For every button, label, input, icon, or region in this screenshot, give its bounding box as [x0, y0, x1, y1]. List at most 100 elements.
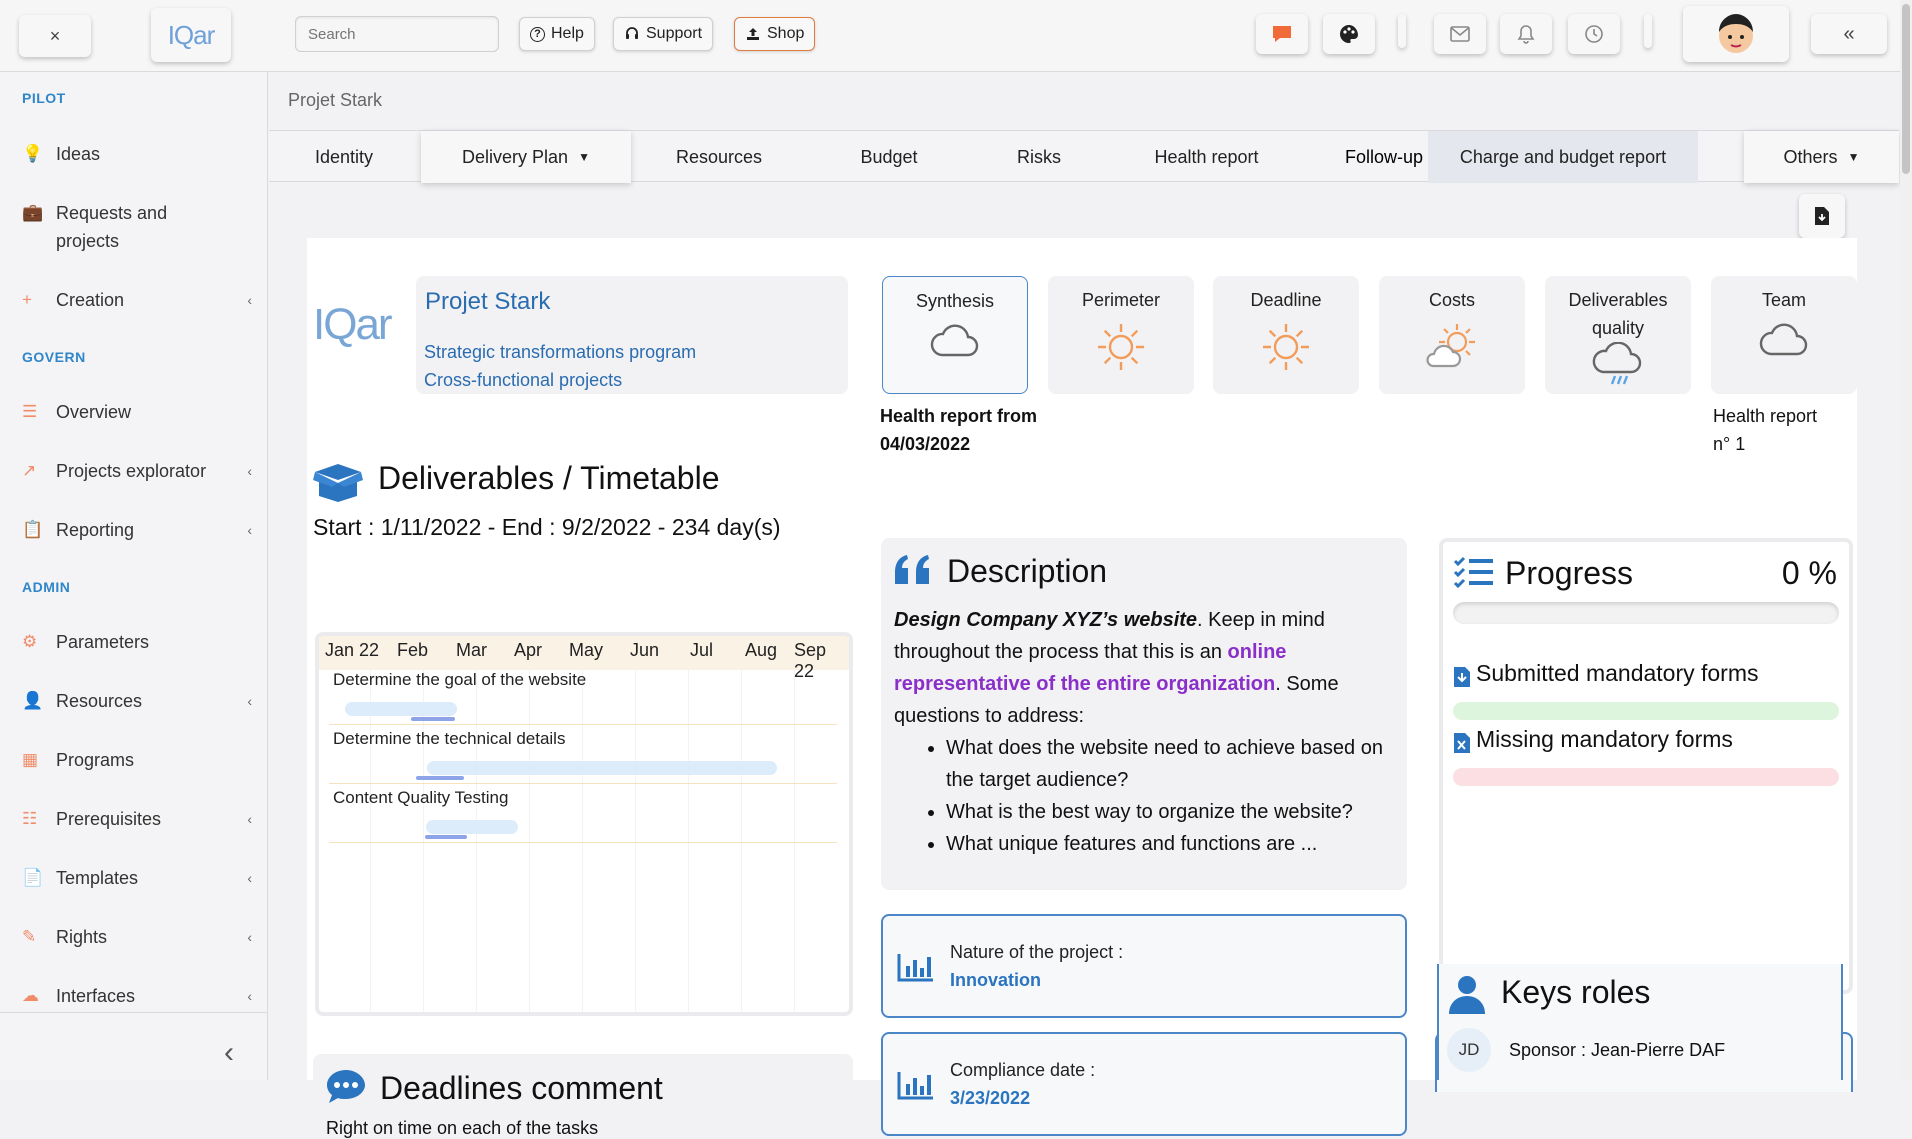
sidebar-item-projects-explorator[interactable]: ↗ Projects explorator ‹ [22, 457, 252, 485]
gantt-month: Jun [630, 640, 660, 660]
close-button[interactable]: × [19, 15, 91, 57]
compliance-value[interactable]: 3/23/2022 [950, 1088, 1030, 1109]
sun-cloud-icon [1426, 324, 1475, 368]
project-portfolio[interactable]: Cross-functional projects [424, 370, 622, 391]
weather-deliverables-quality[interactable]: Deliverables quality [1545, 276, 1691, 394]
scrollbar[interactable] [1900, 0, 1912, 1080]
double-chevron-left-icon: « [1843, 22, 1855, 45]
progress-bar [1453, 602, 1839, 624]
chevron-left-icon: ‹ [247, 870, 252, 886]
progress-card: Progress 0 % Submitted mandatory forms M… [1439, 538, 1853, 994]
sidebar-item-templates[interactable]: 📄 Templates ‹ [22, 864, 252, 892]
grid-icon: ▦ [22, 750, 39, 769]
description-title: Description [947, 553, 1108, 589]
tab-resources[interactable]: Resources [634, 131, 804, 183]
tab-charge-budget-report[interactable]: Charge and budget report [1428, 131, 1698, 183]
tab-label: Delivery Plan [462, 146, 569, 167]
tab-risks[interactable]: Risks [974, 131, 1104, 183]
theme-button[interactable] [1323, 14, 1375, 54]
mail-button[interactable] [1434, 14, 1486, 54]
weather-team[interactable]: Team [1711, 276, 1857, 394]
gantt-actual-bar [425, 835, 467, 839]
notifications-button[interactable] [1500, 14, 1552, 54]
gantt-month: Feb [397, 640, 429, 660]
chevron-left-icon: ‹ [247, 522, 252, 538]
tab-health-report[interactable]: Health report [1104, 131, 1309, 183]
chat-button[interactable] [1256, 14, 1308, 54]
gantt-task-bar[interactable] [345, 702, 457, 716]
weather-label: Team [1761, 290, 1806, 310]
sidebar-item-prerequisites[interactable]: ☷ Prerequisites ‹ [22, 805, 252, 833]
user-avatar-button[interactable] [1683, 6, 1789, 62]
project-logo: IQar [313, 300, 393, 349]
avatar [1719, 14, 1753, 53]
weather-perimeter[interactable]: Perimeter [1048, 276, 1194, 394]
upload-icon [747, 28, 759, 40]
top-bar: × IQar ? Help Support Shop « [0, 0, 1912, 72]
gantt-chart: Jan 22 Feb Mar Apr May Jun Jul Aug Sep 2… [315, 632, 853, 1016]
sidebar-item-rights[interactable]: ✎ Rights ‹ [22, 923, 252, 951]
sidebar-item-requests[interactable]: 💼 Requests and projects [22, 199, 252, 255]
project-name[interactable]: Projet Stark [425, 288, 550, 316]
sidebar-item-creation[interactable]: + Creation ‹ [22, 286, 252, 314]
sidebar-item-label: Requests and projects [56, 203, 168, 251]
sidebar-item-interfaces[interactable]: ☁ Interfaces ‹ [22, 982, 252, 1010]
bar-chart-icon [897, 1072, 933, 1100]
list-item: What is the best way to organize the web… [946, 796, 1394, 828]
collapse-panel-button[interactable]: « [1811, 14, 1887, 54]
compliance-label: Compliance date : [950, 1060, 1096, 1080]
divider [0, 1012, 268, 1013]
gantt-gridline [582, 636, 583, 1012]
export-button[interactable] [1799, 194, 1845, 238]
gantt-gridline [635, 636, 636, 1012]
project-card: Projet Stark Strategic transformations p… [416, 276, 848, 394]
clipboard-icon: 📋 [22, 520, 44, 539]
project-program[interactable]: Strategic transformations program [424, 342, 696, 363]
envelope-icon [1450, 26, 1470, 42]
sidebar-item-ideas[interactable]: 💡 Ideas [22, 140, 252, 168]
app-logo[interactable]: IQar [151, 8, 231, 62]
support-button[interactable]: Support [613, 17, 714, 51]
sidebar-collapse-button[interactable]: ‹ [224, 1036, 234, 1070]
sidebar-item-overview[interactable]: ☰ Overview [22, 398, 252, 426]
section-admin: ADMIN [22, 579, 71, 595]
gantt-task-label[interactable]: Content Quality Testing [333, 788, 508, 808]
gantt-task-label[interactable]: Determine the technical details [333, 729, 565, 749]
scrollbar-thumb[interactable] [1902, 4, 1910, 174]
main-area: Projet Stark Identity Delivery Plan ▼ Re… [269, 72, 1912, 1138]
comment-dots-icon [327, 1070, 365, 1103]
bell-icon [1517, 25, 1535, 44]
help-button[interactable]: ? Help [519, 17, 595, 51]
gantt-actual-bar [416, 776, 464, 780]
progress-value: 0 % [1781, 555, 1837, 591]
toolbar-divider [1398, 14, 1406, 48]
caret-down-icon: ▼ [578, 150, 590, 164]
nature-value[interactable]: Innovation [950, 970, 1041, 991]
sidebar-item-parameters[interactable]: ⚙ Parameters [22, 628, 252, 656]
weather-costs[interactable]: Costs [1379, 276, 1525, 394]
tab-others[interactable]: Others ▼ [1744, 131, 1899, 183]
avatar[interactable]: JD [1447, 1028, 1491, 1072]
key-roles-content: Keys roles JD Sponsor : Jean-Pierre DAF [1437, 964, 1843, 1080]
description-body: Design Company XYZ’s website. Keep in mi… [894, 604, 1394, 860]
help-icon: ? [530, 26, 545, 42]
missing-forms-bar [1453, 768, 1839, 786]
tab-delivery-plan[interactable]: Delivery Plan ▼ [421, 131, 631, 183]
gantt-task-label[interactable]: Determine the goal of the website [333, 670, 586, 690]
key-roles-title: Keys roles [1501, 974, 1651, 1010]
gantt-task-bar[interactable] [427, 761, 777, 775]
tab-budget[interactable]: Budget [804, 131, 974, 183]
weather-synthesis[interactable]: Synthesis [882, 276, 1028, 394]
sidebar-item-resources[interactable]: 👤 Resources ‹ [22, 687, 252, 715]
sidebar-item-reporting[interactable]: 📋 Reporting ‹ [22, 516, 252, 544]
sidebar-item-label: Resources [56, 691, 143, 711]
search-input[interactable] [295, 16, 499, 52]
gantt-month: May [569, 640, 604, 660]
tab-identity[interactable]: Identity [269, 131, 419, 183]
shop-button[interactable]: Shop [734, 17, 816, 51]
compliance-card: Compliance date : 3/23/2022 [881, 1032, 1407, 1136]
weather-deadline[interactable]: Deadline [1213, 276, 1359, 394]
gantt-task-bar[interactable] [426, 820, 518, 834]
sidebar-item-programs[interactable]: ▦ Programs [22, 746, 252, 774]
history-button[interactable] [1568, 14, 1620, 54]
